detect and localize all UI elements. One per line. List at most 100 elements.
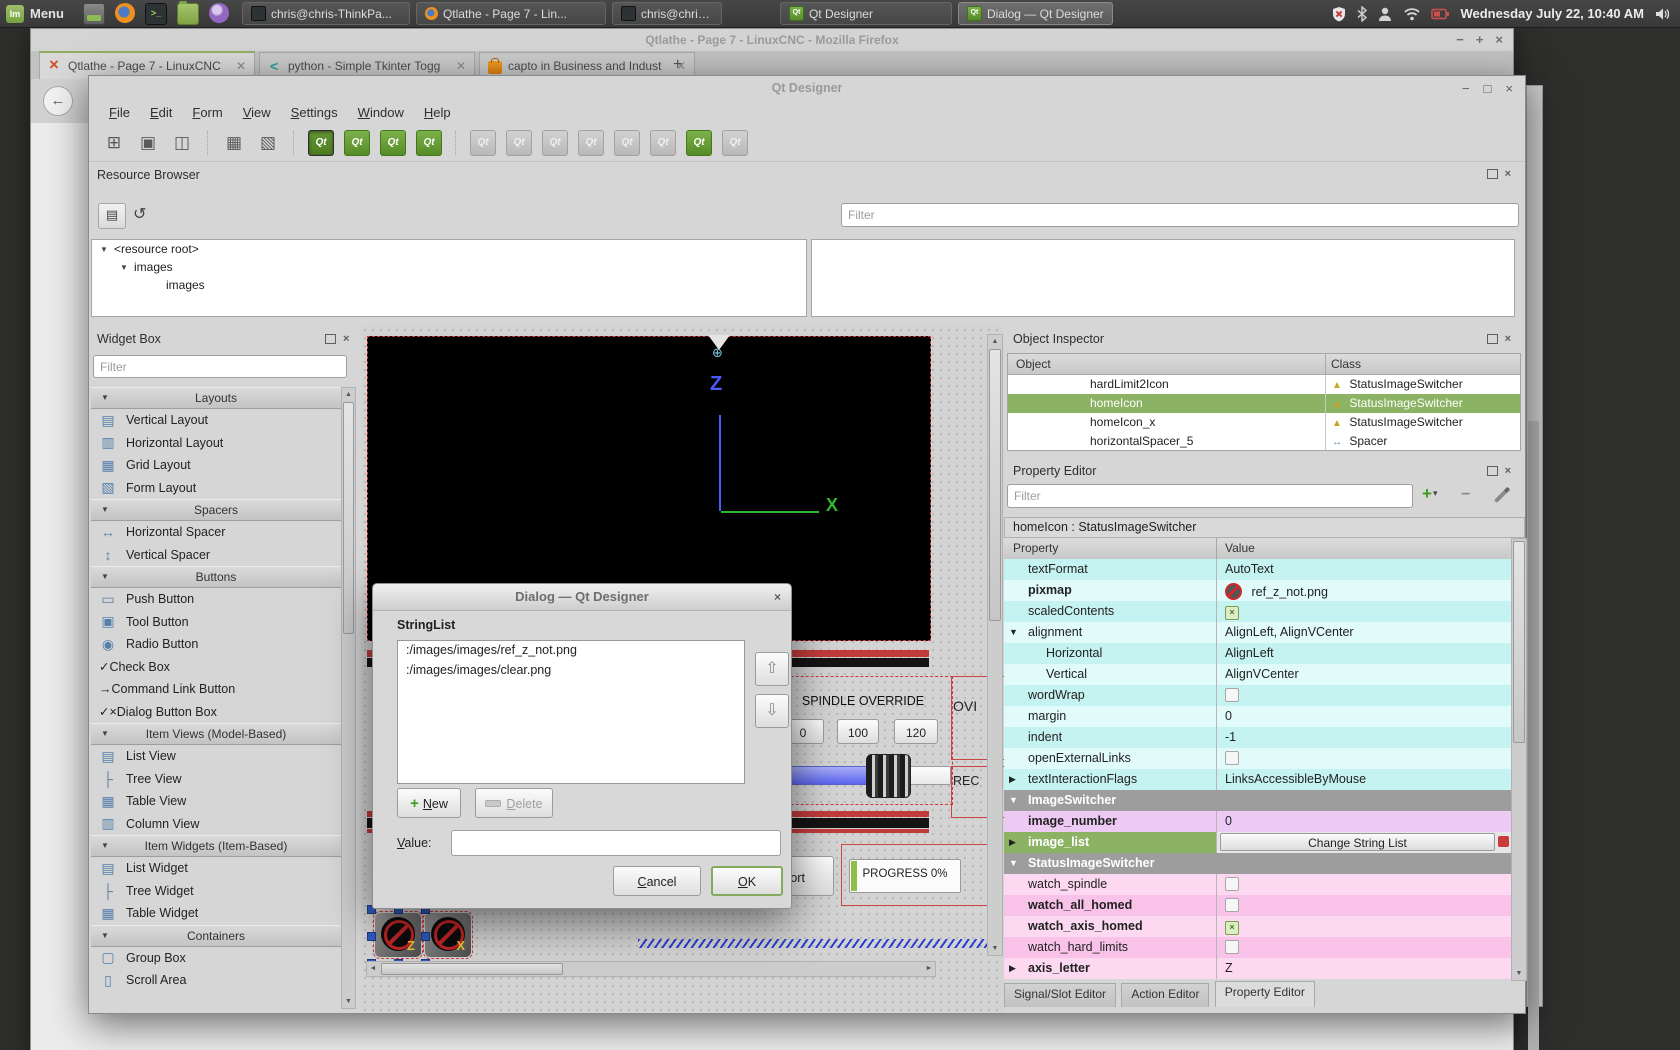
resource-tree-item[interactable]: images [92,276,806,294]
category-collapse-icon[interactable]: ▼ [101,926,109,946]
override-preset-button[interactable]: 120 [894,719,938,744]
property-row[interactable]: openExternalLinks [1004,748,1511,769]
move-down-button[interactable]: ⇩ [755,694,789,728]
column-header-class[interactable]: Class [1331,354,1361,374]
widget-box-item[interactable]: ▧ Form Layout [91,477,341,500]
dock-float-icon[interactable] [325,334,336,344]
property-row[interactable]: ▶ textInteractionFlags LinksAccessibleBy… [1004,769,1511,790]
widget-box-item[interactable]: ▦ Table Widget [91,902,341,925]
taskbar-window-button[interactable]: chris@chris-ThinkPa... [612,2,722,25]
reset-property-icon[interactable] [1498,836,1509,847]
dock-close-icon[interactable]: × [1505,169,1511,179]
widget-box-item[interactable]: ├ Tree Widget [91,880,341,903]
property-row[interactable]: margin 0 0 [1004,706,1511,727]
property-row[interactable]: textFormat AutoText AutoText [1004,559,1511,580]
cancel-button[interactable]: Cancel [613,866,701,896]
terminal-launcher-icon[interactable] [145,3,167,25]
change-string-list-button[interactable]: Change String List [1220,833,1495,851]
delete-string-button[interactable]: Delete [475,788,553,818]
menu-item[interactable]: View [233,105,281,120]
widget-box-item[interactable]: ▢ Group Box [91,947,341,970]
dialog-titlebar[interactable]: Dialog — Qt Designer [373,584,791,611]
resource-tree-item[interactable]: ▼ <resource root> [92,240,806,258]
column-header-object[interactable]: Object [1016,354,1051,374]
category-collapse-icon[interactable]: ▼ [101,567,109,587]
layout-grid-icon[interactable] [650,130,676,156]
editor-dock-tab[interactable]: Property Editor [1215,981,1315,1007]
property-row[interactable]: indent -1 -1 [1004,727,1511,748]
files-launcher-icon[interactable] [177,3,199,25]
widget-box-item[interactable]: ✓× Dialog Button Box [91,701,341,724]
tree-expand-icon[interactable]: ▼ [120,263,130,272]
property-row[interactable]: scaledContents [1004,601,1511,622]
tree-expand-icon[interactable]: ▼ [100,245,110,254]
property-expand-icon[interactable]: ▼ [1009,795,1018,805]
layout-splitter-h-icon[interactable] [542,130,568,156]
property-value[interactable]: 0 [1225,709,1232,723]
property-checkbox[interactable] [1225,898,1239,912]
edit-widgets-icon[interactable] [308,130,334,156]
background-window-scrollbar[interactable] [1526,85,1543,1007]
property-checkbox[interactable] [1225,606,1239,620]
copy-icon[interactable]: ▦ [221,130,247,156]
widget-box-item[interactable]: ▤ List View [91,745,341,768]
layout-vertical-icon[interactable] [506,130,532,156]
editor-dock-tab[interactable]: Signal/Slot Editor [1004,983,1116,1007]
tab-close-icon[interactable]: ✕ [236,59,246,73]
property-expand-icon[interactable]: ▼ [1009,627,1018,637]
user-applet-icon[interactable] [1377,6,1393,22]
property-expand-icon[interactable]: ▶ [1009,837,1016,848]
property-filter-input[interactable] [1007,484,1413,508]
widget-category-header[interactable]: ▼ Spacers [91,499,341,521]
bluetooth-icon[interactable] [1357,6,1367,22]
layout-splitter-v-icon[interactable] [578,130,604,156]
widget-box-item[interactable]: ▯ Scroll Area [91,969,341,992]
paste-icon[interactable]: ▧ [255,130,281,156]
property-editor-scrollbar[interactable]: ▼ [1511,538,1527,981]
widget-box-item[interactable]: ▤ List Widget [91,857,341,880]
edit-taborder-icon[interactable] [416,130,442,156]
menu-item[interactable]: Edit [140,105,182,120]
new-form-icon[interactable]: ⊞ [101,130,127,156]
property-row[interactable]: Vertical AlignVCenter AlignVCenter [1004,664,1511,685]
object-inspector-row[interactable]: horizontalSpacer_5 ↔ Spacer [1008,432,1520,451]
spindle-slider-handle[interactable] [866,754,911,798]
edit-signals-icon[interactable] [344,130,370,156]
raise-widget-icon[interactable]: ▣ [135,130,161,156]
resource-tree[interactable]: ▼ <resource root> ▼ images images [91,239,807,317]
property-value[interactable]: AlignVCenter [1225,667,1299,681]
widget-category-header[interactable]: ▼ Buttons [91,566,341,588]
new-string-button[interactable]: +New [397,788,461,818]
form-horizontal-scrollbar[interactable]: ◄ ► [366,961,936,977]
ok-button[interactable]: OK [711,866,783,896]
battery-icon[interactable] [1431,8,1450,20]
property-checkbox[interactable] [1225,921,1239,935]
edit-buddies-icon[interactable] [380,130,406,156]
property-row[interactable]: watch_spindle [1004,874,1511,895]
configure-property-editor-icon[interactable] [1494,489,1508,503]
property-value[interactable]: AlignLeft [1225,646,1274,660]
dialog-close-icon[interactable]: × [774,584,781,610]
qt-close-button[interactable]: × [1505,76,1513,101]
add-dynamic-property-icon[interactable]: + [1422,484,1437,504]
property-row[interactable]: ▶ image_list Change String List Change S… [1004,832,1511,853]
layout-horizontal-icon[interactable] [470,130,496,156]
property-row[interactable]: Horizontal AlignLeft AlignLeft [1004,643,1511,664]
resource-filter-input[interactable] [841,203,1519,227]
widget-box-item[interactable]: ◉ Radio Button [91,633,341,656]
home-x-status-icon[interactable]: ⚙ X [425,913,471,957]
scrollbar-thumb[interactable] [1528,421,1539,1050]
widget-box-item[interactable]: ▤ Vertical Layout [91,409,341,432]
edit-resources-button[interactable]: ▤ [98,203,126,229]
break-layout-icon[interactable] [686,130,712,156]
taskbar-window-button[interactable]: Qtlathe - Page 7 - Lin... [416,2,606,25]
property-value[interactable]: AutoText [1225,562,1274,576]
firefox-minimize-button[interactable]: − [1456,29,1464,51]
widget-box-item[interactable]: ↕ Vertical Spacer [91,544,341,567]
string-list[interactable]: :/images/images/ref_z_not.png :/images/i… [397,640,745,784]
category-collapse-icon[interactable]: ▼ [101,724,109,744]
property-expand-icon[interactable]: ▶ [1009,963,1016,974]
dock-float-icon[interactable] [1487,334,1498,344]
string-list-item[interactable]: :/images/images/clear.png [398,661,744,681]
layout-form-icon[interactable] [614,130,640,156]
